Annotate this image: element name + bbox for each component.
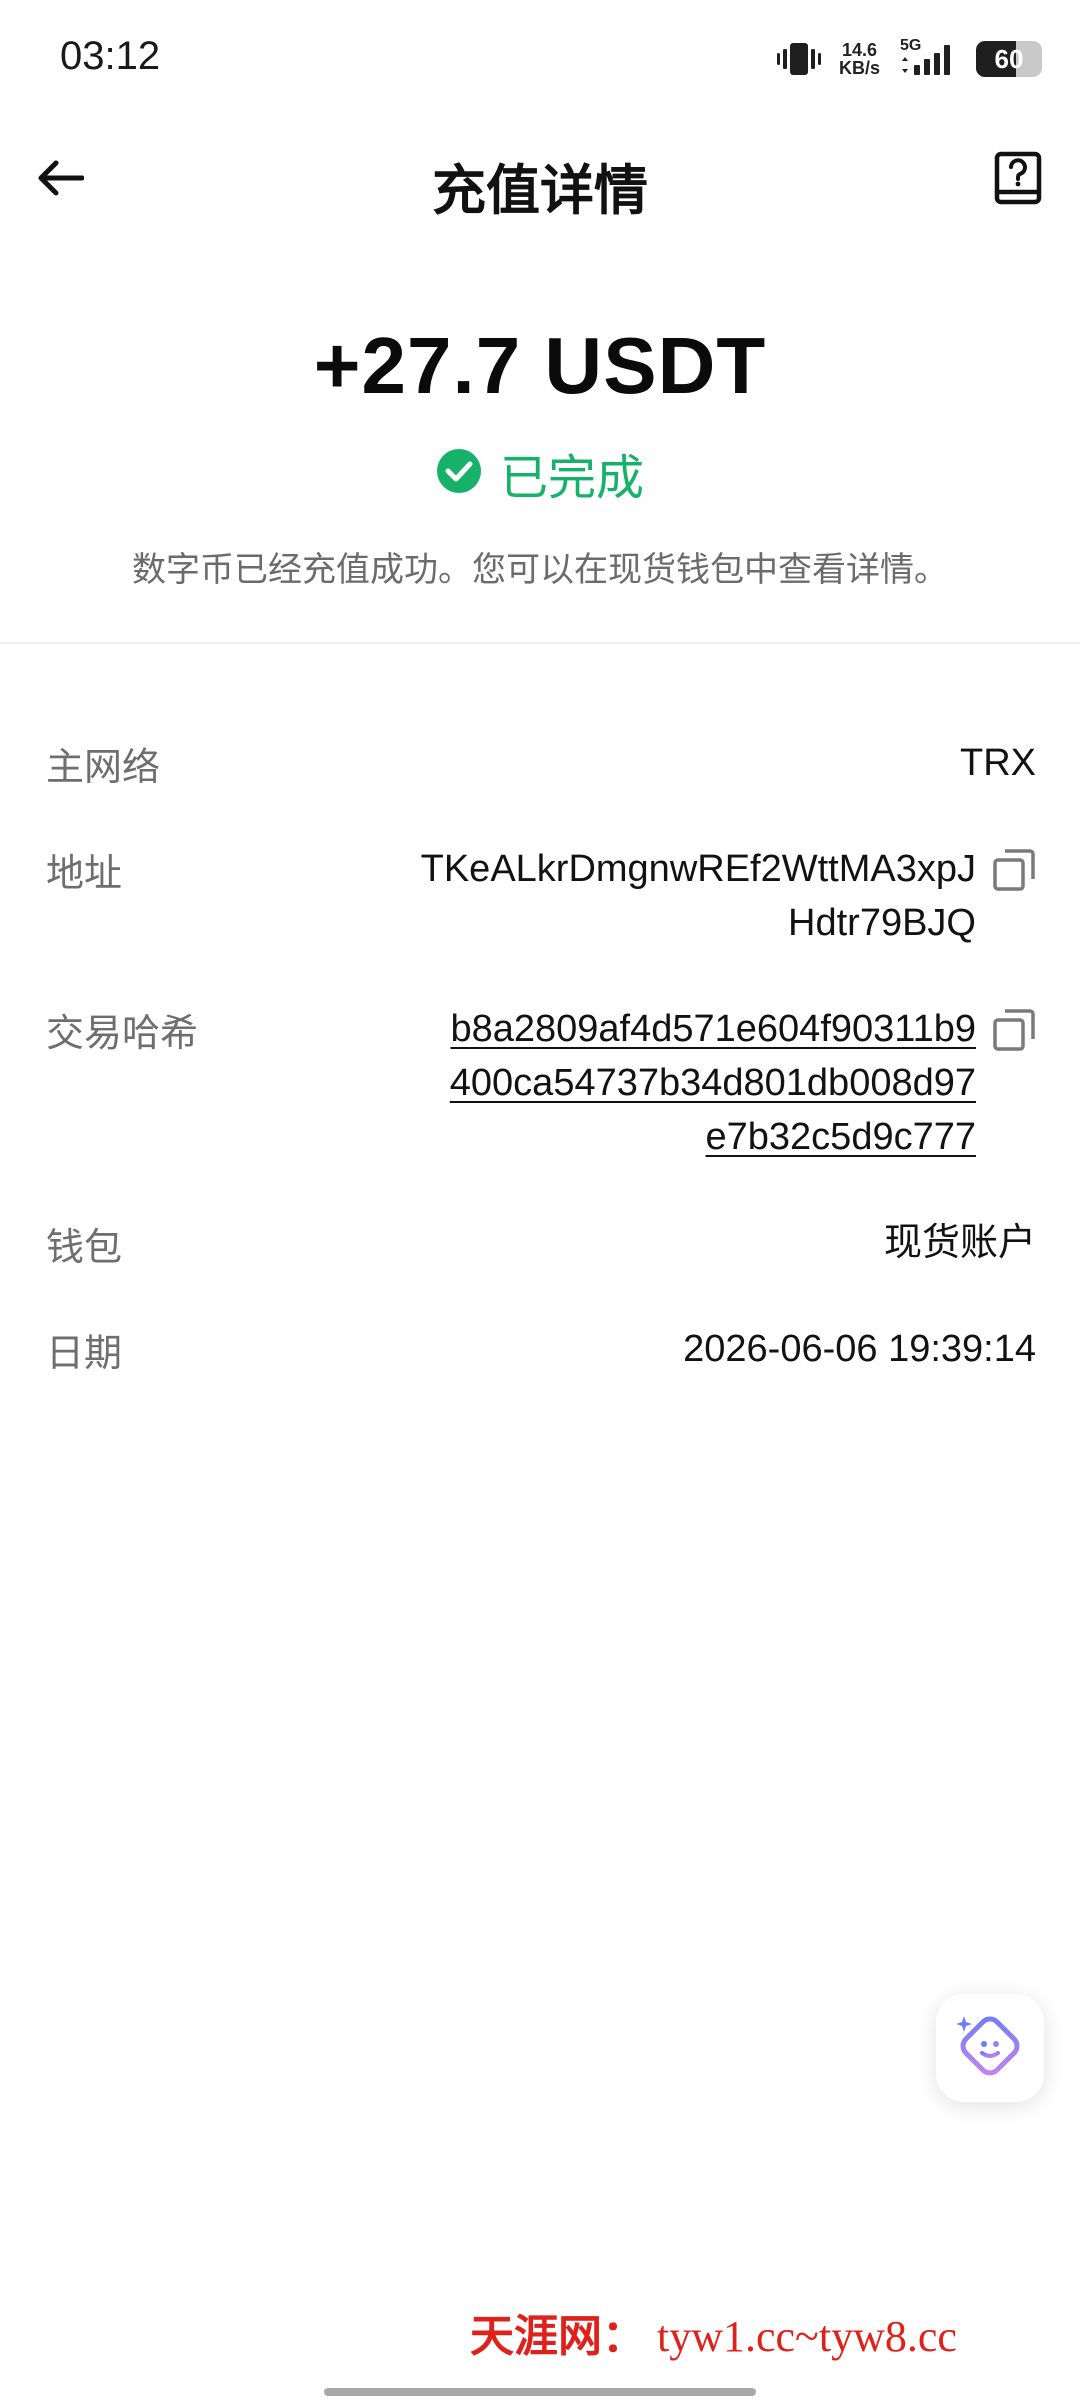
address-label: 地址 <box>46 853 123 895</box>
ai-assistant-button[interactable] <box>936 1994 1044 2102</box>
status-description: 数字币已经充值成功。您可以在现货钱包中查看详情。 <box>132 551 948 589</box>
detail-row-network: 主网络 TRX <box>46 736 1036 796</box>
watermark-site-name: 天涯网： <box>470 2312 646 2361</box>
deposit-detail-screen: 03:12 14.6 KB/s 5G 60 充值详情 +27.7 USDT 已完… <box>0 0 1080 2400</box>
home-indicator[interactable] <box>324 2388 756 2396</box>
net-speed: 14.6 KB/s <box>839 41 880 77</box>
battery-icon: 60 <box>976 41 1042 77</box>
copy-address-button[interactable] <box>992 848 1036 892</box>
help-book-icon <box>994 151 1042 210</box>
address-line: TKeALkrDmgnwREf2WttMA3xpJ <box>420 848 976 890</box>
help-button[interactable] <box>986 148 1050 212</box>
detail-row-address: 地址 TKeALkrDmgnwREf2WttMA3xpJ Hdtr79BJQ <box>46 842 1036 952</box>
date-label: 日期 <box>46 1333 123 1375</box>
page-title: 充值详情 <box>432 161 648 221</box>
date-value: 2026-06-06 19:39:14 <box>683 1328 1036 1370</box>
watermark-domains: tyw1.cc~tyw8.cc <box>657 2312 957 2361</box>
top-nav: 充值详情 <box>0 130 1080 230</box>
status-bar: 03:12 14.6 KB/s 5G 60 <box>0 0 1080 120</box>
deposit-amount: +27.7 USDT <box>313 321 767 410</box>
network-label: 主网络 <box>46 747 161 789</box>
net-speed-unit: KB/s <box>838 58 880 78</box>
address-line: Hdtr79BJQ <box>788 902 976 944</box>
wallet-value: 现货账户 <box>883 1222 1036 1264</box>
copy-hash-button[interactable] <box>992 1008 1036 1052</box>
tx-hash-link[interactable]: 400ca54737b34d801db008d97 <box>450 1062 976 1104</box>
tx-hash-link[interactable]: b8a2809af4d571e604f90311b9 <box>450 1008 976 1050</box>
status-time: 03:12 <box>60 34 161 78</box>
detail-row-date: 日期 2026-06-06 19:39:14 <box>46 1322 1036 1382</box>
status-row: 已完成 <box>0 438 1080 508</box>
network-value: TRX <box>960 742 1036 784</box>
address-value: TKeALkrDmgnwREf2WttMA3xpJ Hdtr79BJQ <box>421 842 976 950</box>
net-speed-value: 14.6 <box>841 40 878 60</box>
watermark: 天涯网： tyw1.cc~tyw8.cc <box>470 2300 957 2364</box>
detail-row-tx-hash: 交易哈希 b8a2809af4d571e604f90311b9 400ca547… <box>46 1002 1036 1172</box>
status-icons: 14.6 KB/s 5G 60 <box>776 36 1042 82</box>
tx-hash-value: b8a2809af4d571e604f90311b9 400ca54737b34… <box>450 1002 976 1164</box>
wallet-label: 钱包 <box>46 1227 123 1269</box>
status-label: 已完成 <box>499 452 644 505</box>
copy-icon <box>992 1009 1036 1056</box>
battery-level: 60 <box>994 44 1024 74</box>
tx-hash-link[interactable]: e7b32c5d9c777 <box>706 1116 976 1158</box>
tx-hash-label: 交易哈希 <box>46 1013 199 1055</box>
copy-icon <box>992 849 1036 896</box>
ai-assistant-icon <box>952 2008 1028 2089</box>
signal-indicator: 5G <box>898 37 958 79</box>
detail-row-wallet: 钱包 现货账户 <box>46 1216 1036 1276</box>
divider <box>0 642 1080 644</box>
vibrate-icon <box>776 39 821 79</box>
check-circle-icon <box>436 448 482 499</box>
deposit-summary: +27.7 USDT 已完成 数字币已经充值成功。您可以在现货钱包中查看详情。 <box>0 320 1080 591</box>
